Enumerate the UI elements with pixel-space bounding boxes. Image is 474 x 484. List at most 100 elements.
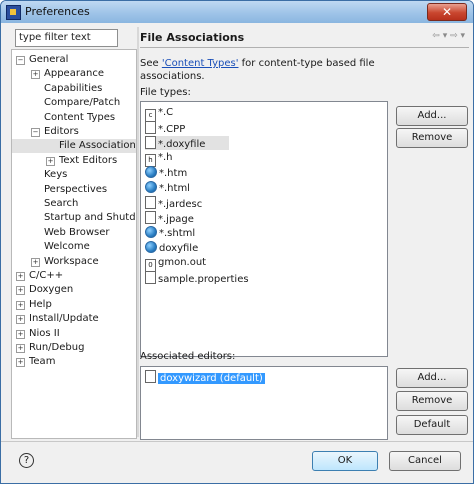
tree-item[interactable]: Compare/Patch — [12, 96, 136, 110]
expand-icon[interactable]: + — [31, 257, 40, 267]
tree-item-label: Run/Debug — [29, 342, 85, 353]
editor-item[interactable]: doxywizard (default) — [145, 370, 265, 384]
editor-default-button[interactable]: Default — [396, 415, 468, 435]
expand-icon[interactable]: + — [16, 315, 25, 325]
tree-item[interactable]: + Install/Update — [12, 312, 136, 326]
globe-icon — [145, 241, 157, 253]
tree-item[interactable]: Web Browser — [12, 226, 136, 240]
file-type-name: *.jpage — [158, 214, 194, 225]
file-types-list[interactable]: c *.C *.CPP *.doxyfile h *.h *.htm *.html *.jard… — [140, 101, 388, 357]
file-icon — [145, 271, 156, 284]
tree-item-label: Workspace — [44, 255, 99, 267]
expand-icon[interactable]: + — [16, 329, 25, 339]
file-type-remove-button[interactable]: Remove — [396, 128, 468, 148]
tree-item[interactable]: + Nios II — [12, 327, 136, 341]
tree-item[interactable]: + Appearance — [12, 67, 136, 81]
editors-list[interactable]: doxywizard (default) — [140, 366, 388, 440]
associated-editors-label: Associated editors: — [140, 351, 236, 362]
file-type-item[interactable]: sample.properties — [145, 271, 249, 285]
help-icon[interactable]: ? — [19, 453, 34, 468]
app-icon — [6, 5, 21, 20]
editor-add-button[interactable]: Add... — [396, 368, 468, 388]
file-type-name: *.jardesc — [158, 199, 203, 210]
file-type-item[interactable]: *.jpage — [145, 211, 194, 225]
file-icon — [145, 196, 156, 209]
collapse-icon[interactable]: − — [16, 56, 25, 65]
tree-item[interactable]: + Doxygen — [12, 283, 136, 297]
file-type-item[interactable]: *.jardesc — [145, 196, 202, 210]
tree-item[interactable]: − Editors — [12, 125, 136, 139]
expand-icon[interactable]: + — [16, 300, 25, 310]
file-type-name: *.html — [159, 183, 190, 194]
file-type-item[interactable]: *.doxyfile — [145, 136, 229, 150]
tree-item[interactable]: + Run/Debug — [12, 341, 136, 355]
tree-item-label: Nios II — [29, 327, 60, 339]
file-icon — [145, 211, 156, 224]
file-type-name: *.shtml — [159, 228, 196, 239]
tree-item[interactable]: Content Types — [12, 111, 136, 125]
globe-icon — [145, 166, 157, 178]
tree-item[interactable]: + Workspace — [12, 255, 136, 269]
file-type-name: *.doxyfile — [158, 139, 206, 150]
file-type-item[interactable]: *.html — [145, 181, 190, 195]
file-type-item[interactable]: doxyfile — [145, 241, 198, 255]
tree-item[interactable]: Welcome — [12, 240, 136, 254]
collapse-icon[interactable]: − — [31, 128, 40, 137]
dialog-content: type filter text − General + Appearance Capa… — [5, 25, 469, 440]
file-type-name: doxyfile — [159, 243, 199, 254]
file-type-item[interactable]: h *.h — [145, 151, 173, 167]
tree-item[interactable]: Search — [12, 197, 136, 211]
file-type-item[interactable]: 0 gmon.out — [145, 256, 206, 272]
editor-remove-button[interactable]: Remove — [396, 391, 468, 411]
tree-item[interactable]: Capabilities — [12, 82, 136, 96]
title-bar[interactable]: Preferences ✕ — [1, 1, 473, 23]
expand-icon[interactable]: + — [16, 286, 25, 296]
tree-item[interactable]: Perspectives — [12, 183, 136, 197]
globe-icon — [145, 181, 157, 193]
file-type-item[interactable]: *.shtml — [145, 226, 195, 240]
tree-item-label: Team — [29, 356, 56, 368]
file-type-name: *.h — [158, 152, 173, 163]
file-type-item[interactable]: *.CPP — [145, 121, 185, 135]
content-types-link[interactable]: 'Content Types' — [162, 58, 239, 69]
file-type-name: *.htm — [159, 168, 188, 179]
tree-item-label: Capabilities — [44, 82, 103, 94]
file-type-item[interactable]: c *.C — [145, 106, 174, 122]
tree-item-label: General — [29, 54, 69, 65]
tree-item-label: Help — [29, 298, 52, 310]
tree-item-label: Appearance — [44, 68, 105, 80]
history-nav[interactable]: ⇦ ▾ ⇨ ▾ — [432, 31, 465, 41]
tree-item[interactable]: Keys — [12, 168, 136, 182]
file-type-name: *.C — [158, 107, 174, 118]
tree-item[interactable]: Startup and Shutdown — [12, 211, 136, 225]
tree-item[interactable]: File Associations — [12, 139, 136, 154]
tree-item[interactable]: + Help — [12, 298, 136, 312]
page-area: File Associations ⇦ ▾ ⇨ ▾ See 'Content T… — [140, 25, 469, 440]
tree-item-label: Search — [44, 198, 79, 209]
expand-icon[interactable]: + — [16, 344, 25, 353]
editor-name: doxywizard (default) — [158, 373, 265, 384]
preferences-window: Preferences ✕ type filter text − General +… — [0, 0, 474, 484]
expand-icon[interactable]: + — [31, 70, 40, 80]
tree-item-label: Doxygen — [29, 284, 74, 296]
file-type-add-button[interactable]: Add... — [396, 106, 468, 126]
tree-item[interactable]: + Team — [12, 355, 136, 369]
expand-icon[interactable]: + — [16, 272, 25, 281]
tree-item-label: Editors — [44, 126, 79, 137]
expand-icon[interactable]: + — [16, 358, 25, 368]
file-type-item[interactable]: *.htm — [145, 166, 187, 180]
filter-input[interactable]: type filter text — [15, 29, 118, 47]
tree-item-label: Startup and Shutdown — [44, 212, 136, 224]
panel-splitter[interactable] — [137, 27, 139, 437]
ok-button[interactable]: OK — [312, 451, 378, 471]
cancel-button[interactable]: Cancel — [389, 451, 461, 471]
tree-item[interactable]: + C/C++ — [12, 269, 136, 283]
tree-item-label: Install/Update — [29, 313, 99, 325]
expand-icon[interactable]: + — [46, 156, 55, 166]
tree-item[interactable]: + Text Editors — [12, 154, 136, 168]
description: See 'Content Types' for content-type bas… — [140, 57, 380, 83]
file-icon — [145, 136, 156, 149]
close-button[interactable]: ✕ — [427, 3, 467, 21]
tree-item[interactable]: − General — [12, 53, 136, 67]
tree-item-label: C/C++ — [29, 270, 64, 281]
